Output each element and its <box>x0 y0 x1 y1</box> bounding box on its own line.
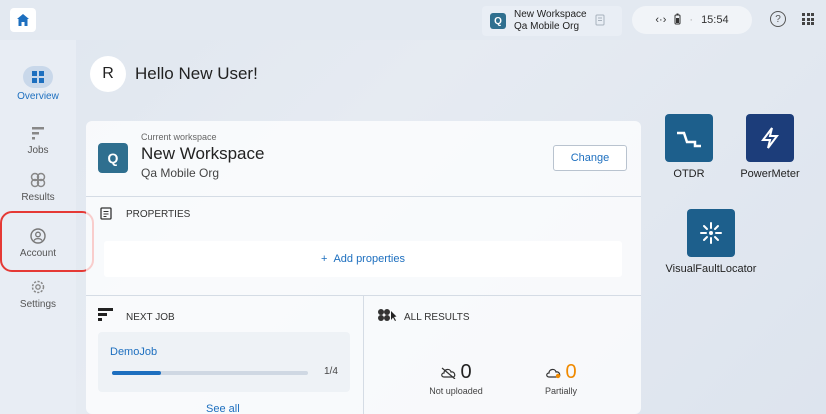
app-powermeter[interactable]: PowerMeter <box>732 114 808 180</box>
workspace-chip-org: Qa Mobile Org <box>514 21 580 32</box>
workspace-chip-name: New Workspace <box>514 9 587 20</box>
sidebar-item-label: Jobs <box>27 145 49 156</box>
settings-icon <box>31 280 45 294</box>
workspace-org: Qa Mobile Org <box>141 166 220 180</box>
workspace-chip-avatar: Q <box>490 13 506 29</box>
job-progress-count: 1/4 <box>324 366 338 377</box>
sidebar-item-jobs[interactable]: Jobs <box>0 124 76 156</box>
plus-icon: + <box>321 253 328 265</box>
sidebar-item-label: Settings <box>19 299 57 310</box>
app-label: PowerMeter <box>740 168 800 180</box>
jobs-icon <box>98 308 114 324</box>
divider <box>86 196 641 197</box>
workspace-avatar: Q <box>98 143 128 173</box>
partially-label: Partially <box>544 386 577 396</box>
avatar[interactable]: R <box>90 56 126 92</box>
top-bar: Q New Workspace Qa Mobile Org ‹·› · 15:5… <box>0 0 826 40</box>
clipboard-icon <box>595 14 605 29</box>
all-results-title: ALL RESULTS <box>404 312 470 323</box>
job-progress-bar <box>112 371 308 375</box>
sidebar-item-settings[interactable]: Settings <box>0 278 76 310</box>
cloud-off-icon <box>441 367 456 379</box>
laser-burst-icon <box>687 209 735 257</box>
results-icon <box>377 308 397 325</box>
add-properties-label: Add properties <box>333 253 405 265</box>
add-properties-button[interactable]: + Add properties <box>104 241 622 277</box>
clock-time: 15:54 <box>701 14 729 26</box>
home-button[interactable] <box>10 8 36 32</box>
workspace-name: New Workspace <box>141 144 265 163</box>
divider <box>363 295 364 414</box>
greeting-text: Hello New User! <box>135 64 258 83</box>
cloud-partial-icon <box>546 368 561 378</box>
dashboard-icon <box>32 71 44 83</box>
otdr-trace-icon <box>665 114 713 162</box>
not-uploaded-stat[interactable]: 0 Not uploaded <box>414 361 498 396</box>
partially-stat[interactable]: 0 Partially <box>526 361 596 396</box>
job-name[interactable]: DemoJob <box>110 346 157 358</box>
sidebar-item-label: Overview <box>17 91 59 102</box>
workspace-chip[interactable]: Q New Workspace Qa Mobile Org <box>482 6 622 36</box>
sidebar-item-results[interactable]: Results <box>0 171 76 203</box>
app-label: OTDR <box>673 168 705 180</box>
help-icon[interactable]: ? <box>770 11 786 27</box>
lightning-icon <box>746 114 794 162</box>
workspace-card: Current workspace Q New Workspace Qa Mob… <box>86 121 641 414</box>
status-pill[interactable]: ‹·› · 15:54 <box>632 6 752 34</box>
annotation-highlight <box>0 211 94 272</box>
app-label: VisualFaultLocator <box>665 263 757 275</box>
home-icon <box>17 14 29 26</box>
app-otdr[interactable]: OTDR <box>662 114 716 180</box>
next-job-title: NEXT JOB <box>126 312 175 323</box>
properties-title: PROPERTIES <box>126 209 191 220</box>
sidebar-item-label: Results <box>21 192 55 203</box>
not-uploaded-label: Not uploaded <box>429 386 483 396</box>
jobs-icon <box>32 127 44 140</box>
partially-count: 0 <box>565 361 577 383</box>
workspace-label: Current workspace <box>141 132 217 142</box>
battery-icon <box>674 13 681 28</box>
network-icon: ‹·› <box>655 14 667 26</box>
next-job-card[interactable]: DemoJob 1/4 <box>98 332 350 392</box>
properties-icon <box>100 207 113 223</box>
change-workspace-button[interactable]: Change <box>553 145 627 171</box>
results-icon <box>30 172 46 188</box>
job-progress-fill <box>112 371 161 375</box>
see-all-link[interactable]: See all <box>206 403 240 414</box>
status-separator: · <box>689 14 694 26</box>
app-visualfaultlocator[interactable]: VisualFaultLocator <box>662 209 760 275</box>
not-uploaded-count: 0 <box>460 361 472 383</box>
apps-grid-icon[interactable] <box>802 13 814 25</box>
sidebar-item-overview[interactable]: Overview <box>0 66 76 102</box>
